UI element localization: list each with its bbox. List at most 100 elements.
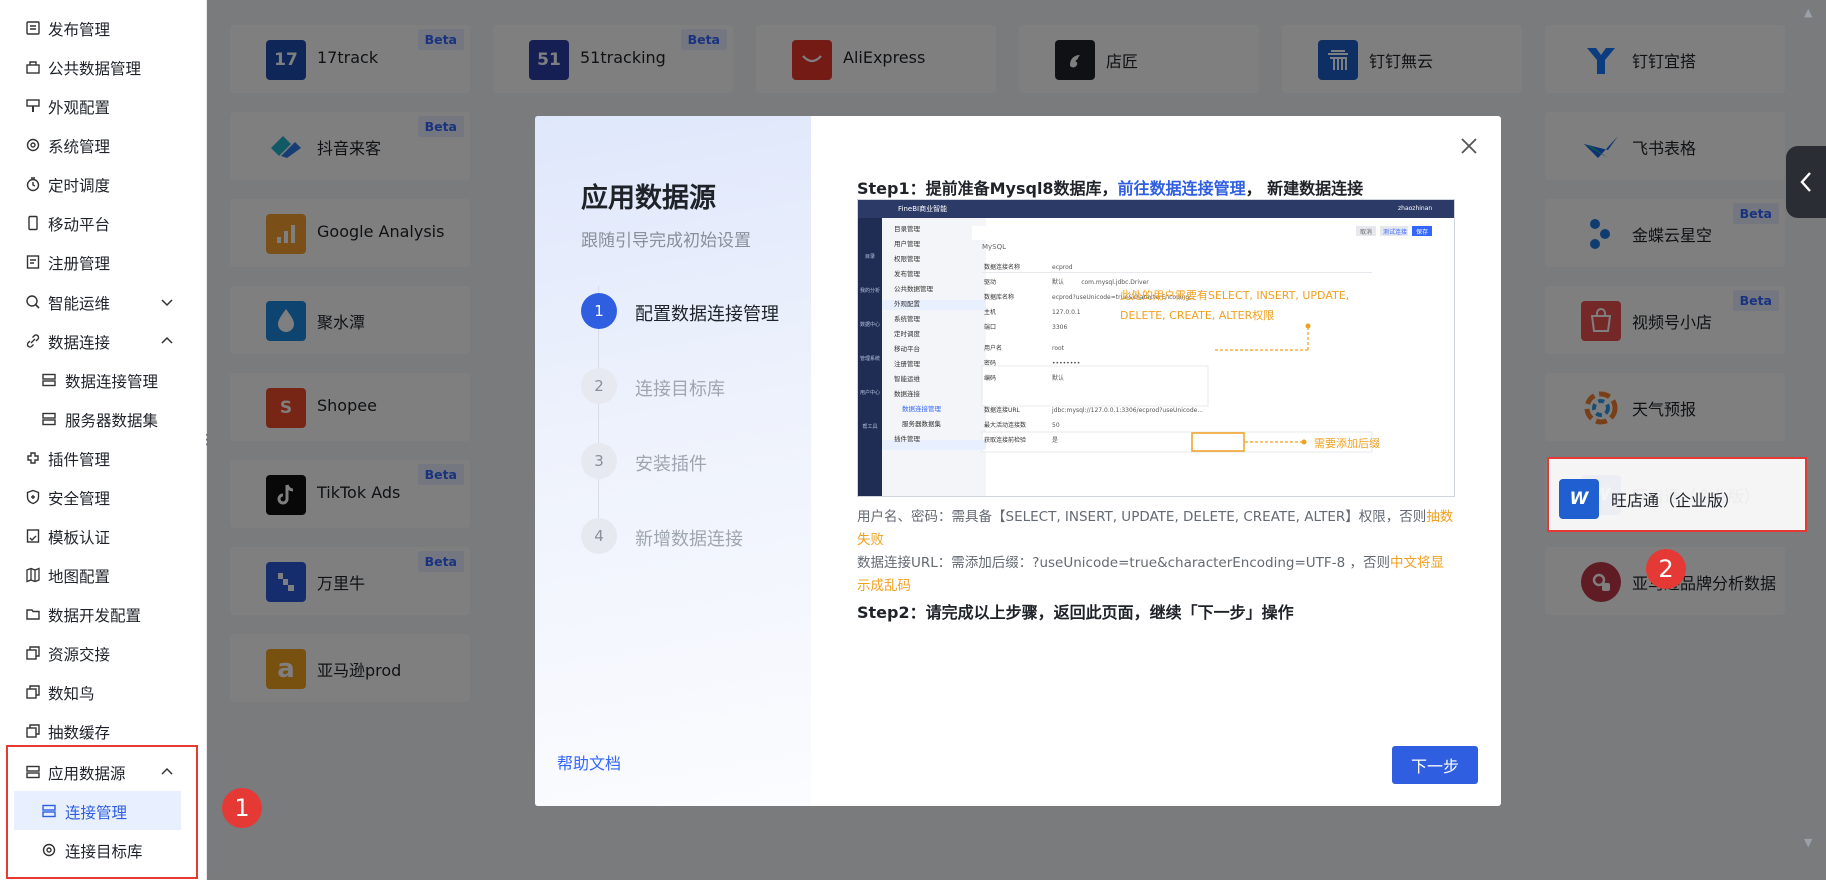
sidebar-item-label: 抽数缓存 <box>48 724 111 742</box>
sidebar-item-map[interactable]: 地图配置 <box>0 555 206 594</box>
public-data-icon <box>25 59 41 75</box>
resize-handle-icon[interactable]: ⋮ <box>200 432 214 448</box>
step2-instruction: Step2：请完成以上步骤，返回此页面，继续「下一步」操作 <box>857 603 1294 622</box>
step-4[interactable]: 4 新增数据连接 <box>581 518 801 554</box>
timer-icon <box>25 176 41 192</box>
goto-connection-link[interactable]: 前往数据连接管理 <box>1118 179 1246 198</box>
sidebar-item-security[interactable]: 安全管理 <box>0 477 206 516</box>
sidebar-item-label: 数据连接管理 <box>65 373 159 391</box>
scroll-down-icon[interactable]: ▼ <box>1804 836 1812 849</box>
step-1[interactable]: 1 配置数据连接管理 <box>581 293 801 329</box>
guide-panel: 应用数据源 跟随引导完成初始设置 1 配置数据连接管理 2 连接目标库 3 安装… <box>535 116 811 806</box>
sidebar-item-label: 系统管理 <box>48 138 111 156</box>
gear-icon <box>25 137 41 153</box>
sidebar-item-system[interactable]: 系统管理 <box>0 125 206 164</box>
sidebar-item-connection-management[interactable]: 数据连接管理 <box>0 360 206 399</box>
step-number: 3 <box>581 443 617 479</box>
sidebar-item-label: 资源交接 <box>48 646 111 664</box>
sidebar-item-label: 移动平台 <box>48 216 111 234</box>
sidebar-item-label: 服务器数据集 <box>65 412 159 430</box>
sidebar-item-label: 智能运维 <box>48 295 111 313</box>
sidebar-item-mobile[interactable]: 移动平台 <box>0 203 206 242</box>
step-number: 1 <box>581 293 617 329</box>
step-label: 安装插件 <box>635 454 707 475</box>
bird-icon <box>25 684 41 700</box>
dev-icon <box>25 606 41 622</box>
source-card-label: 旺店通（企业版） <box>1611 491 1740 510</box>
cache-icon <box>25 723 41 739</box>
sidebar-item-label: 安全管理 <box>48 490 111 508</box>
chevron-up-icon[interactable] <box>160 334 174 348</box>
shot-user: zhaozhinan <box>1398 205 1433 212</box>
step1-suffix: ， 新建数据连接 <box>1245 179 1364 198</box>
sidebar-item-register[interactable]: 注册管理 <box>0 242 206 281</box>
wangdiantong-logo: W <box>1559 479 1599 519</box>
annotation-badge-2: 2 <box>1646 549 1686 589</box>
sidebar-item-label: 数据开发配置 <box>48 607 142 625</box>
sidebar-item-data-connection[interactable]: 数据连接 <box>0 321 206 360</box>
side-collapse-tab[interactable] <box>1786 146 1826 218</box>
chevron-left-icon <box>1800 172 1811 192</box>
chevron-down-icon[interactable] <box>160 295 174 309</box>
step-number: 2 <box>581 368 617 404</box>
annotation-badge-1: 1 <box>222 788 262 828</box>
shield-icon <box>25 489 41 505</box>
sidebar-item-label: 插件管理 <box>48 451 111 469</box>
shot-cancel-btn: 取消 <box>1360 229 1373 236</box>
sidebar-item-plugins[interactable]: 插件管理 <box>0 438 206 477</box>
desc-line2: 数据连接URL：需添加后缀：?useUnicode=true&character… <box>857 555 1390 571</box>
step-label: 连接目标库 <box>635 379 725 400</box>
desc-line1: 用户名、密码：需具备【SELECT, INSERT, UPDATE, DELET… <box>857 509 1427 525</box>
plugin-icon <box>25 450 41 466</box>
mobile-icon <box>25 215 41 231</box>
map-icon <box>25 567 41 583</box>
sidebar-item-label: 公共数据管理 <box>48 60 142 78</box>
sidebar-item-label: 外观配置 <box>48 99 111 117</box>
scroll-up-icon[interactable]: ▲ <box>1804 6 1812 19</box>
sidebar-item-label: 定时调度 <box>48 177 111 195</box>
appearance-icon <box>25 98 41 114</box>
step-label: 新增数据连接 <box>635 529 743 550</box>
step-number: 4 <box>581 518 617 554</box>
sidebar-item-server-dataset[interactable]: 服务器数据集 <box>0 399 206 438</box>
dialog-title: 应用数据源 <box>581 183 716 214</box>
sidebar-item-ops[interactable]: 智能运维 <box>0 282 206 321</box>
sidebar-item-appearance[interactable]: 外观配置 <box>0 86 206 125</box>
sidebar-item-public-data[interactable]: 公共数据管理 <box>0 47 206 86</box>
sidebar-item-label: 注册管理 <box>48 255 111 273</box>
shot-test-btn: 测试连接 <box>1383 229 1408 236</box>
sidebar-item-handover[interactable]: 资源交接 <box>0 633 206 672</box>
sidebar-item-label: 数据连接 <box>48 334 111 352</box>
sidebar-item-schedule[interactable]: 定时调度 <box>0 164 206 203</box>
shot-rail: 目录 我的分析 数据中心 管理系统 用户中心 帮工具 <box>860 254 881 430</box>
publish-icon <box>25 20 41 36</box>
shot-note-suffix: 需要添加后缀 <box>1314 437 1380 450</box>
app-datasource-dialog: 应用数据源 跟随引导完成初始设置 1 配置数据连接管理 2 连接目标库 3 安装… <box>535 116 1501 806</box>
help-doc-link[interactable]: 帮助文档 <box>557 750 621 774</box>
source-card-wangdiantong-highlight[interactable]: W 旺店通（企业版） <box>1559 464 1799 532</box>
step1-text: Step1：提前准备Mysql8数据库， <box>857 179 1118 198</box>
sidebar-item-template-auth[interactable]: 模板认证 <box>0 516 206 555</box>
register-icon <box>25 254 41 270</box>
sidebar-item-label: 模板认证 <box>48 529 111 547</box>
step-label: 配置数据连接管理 <box>635 304 779 325</box>
step1-instruction: Step1：提前准备Mysql8数据库，前往数据连接管理， 新建数据连接 <box>857 175 1363 199</box>
ops-icon <box>25 294 41 310</box>
next-button[interactable]: 下一步 <box>1392 746 1478 784</box>
handover-icon <box>25 645 41 661</box>
sidebar-item-label: 发布管理 <box>48 21 111 39</box>
sidebar-item-data-dev[interactable]: 数据开发配置 <box>0 594 206 633</box>
highlight-app-datasource <box>6 745 198 879</box>
shot-save-btn: 保存 <box>1416 229 1429 236</box>
step-2[interactable]: 2 连接目标库 <box>581 368 801 404</box>
dialog-subtitle: 跟随引导完成初始设置 <box>581 231 751 251</box>
step-3[interactable]: 3 安装插件 <box>581 443 801 479</box>
link-icon <box>25 333 41 349</box>
requirements-text: 用户名、密码：需具备【SELECT, INSERT, UPDATE, DELET… <box>857 506 1457 598</box>
close-icon[interactable] <box>1458 135 1480 157</box>
template-icon <box>25 528 41 544</box>
sidebar-item-publish[interactable]: 发布管理 <box>0 8 206 47</box>
example-screenshot: FineBI商业智能 MySQL 取消 测试连接 保存 zhaozhinan 目… <box>857 199 1455 497</box>
sidebar-item-bird[interactable]: 数知鸟 <box>0 672 206 711</box>
shot-note-privileges: 此处的用户需要有SELECT, INSERT, UPDATE, DELETE, … <box>1120 289 1350 322</box>
